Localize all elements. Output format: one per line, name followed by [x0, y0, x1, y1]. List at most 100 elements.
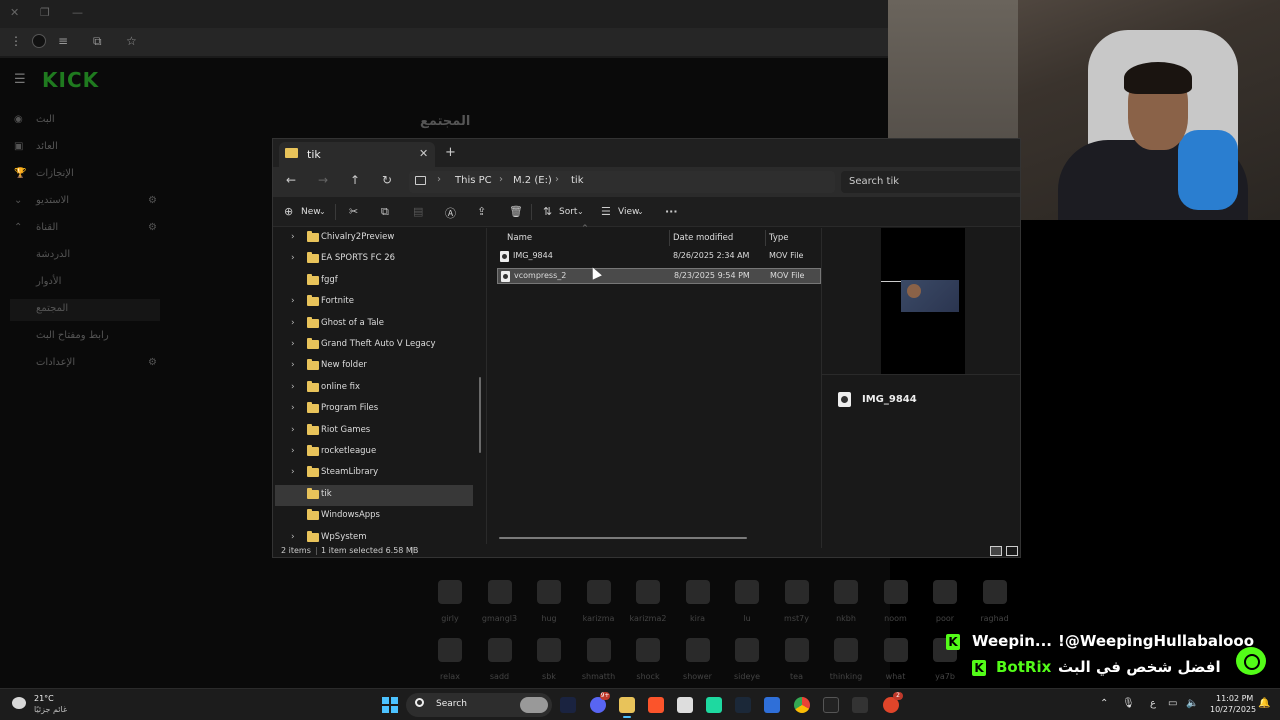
- taskbar-search[interactable]: Search: [406, 693, 552, 717]
- tree-folder-item[interactable]: › online fix: [275, 378, 473, 399]
- emote-icon[interactable]: [685, 638, 710, 662]
- forward-arrow-icon[interactable]: →: [313, 173, 333, 187]
- emote-icon[interactable]: [883, 638, 908, 662]
- app-icon[interactable]: [560, 697, 576, 713]
- chevron-right-icon[interactable]: ›: [499, 174, 503, 185]
- breadcrumb-tik[interactable]: tik: [571, 175, 584, 186]
- back-arrow-icon[interactable]: ←: [281, 173, 301, 187]
- share-icon[interactable]: ⇪: [477, 205, 486, 218]
- notification-bell-icon[interactable]: 🔔: [1258, 698, 1270, 709]
- kick-sidebar-item[interactable]: المجتمع: [10, 299, 160, 321]
- tree-folder-item[interactable]: › rocketleague: [275, 442, 473, 463]
- column-separator[interactable]: [669, 230, 670, 246]
- rename-icon[interactable]: Ⓐ: [445, 205, 456, 221]
- kick-sidebar-item[interactable]: 🏆 الإنجازات: [10, 164, 160, 186]
- emote-icon[interactable]: [883, 580, 908, 604]
- clock-date[interactable]: 10/27/2025: [1210, 705, 1256, 714]
- new-tab-icon[interactable]: +: [445, 145, 456, 160]
- tiles-view-icon[interactable]: [1006, 546, 1018, 556]
- restore-icon[interactable]: ❐: [40, 6, 50, 19]
- emote-icon[interactable]: [735, 580, 759, 604]
- windows-start-icon[interactable]: [382, 697, 398, 713]
- column-name[interactable]: Name: [507, 228, 532, 248]
- file-row[interactable]: vcompress_2 8/23/2025 9:54 PM MOV File: [497, 268, 821, 284]
- minimize-icon[interactable]: —: [72, 6, 83, 19]
- chevron-right-icon[interactable]: ›: [437, 174, 441, 185]
- microphone-icon[interactable]: 🎙: [1122, 698, 1135, 709]
- next-app-icon[interactable]: [823, 697, 839, 713]
- explorer-tab[interactable]: tik ✕: [279, 142, 435, 167]
- emote-icon[interactable]: [438, 580, 462, 604]
- kick-logo[interactable]: KICK: [42, 68, 99, 92]
- hamburger-icon[interactable]: ☰: [14, 72, 26, 87]
- column-date-modified[interactable]: Date modified: [673, 228, 733, 248]
- tree-folder-item[interactable]: › Program Files: [275, 399, 473, 420]
- chevron-down-icon[interactable]: ⌄: [637, 207, 644, 216]
- sort-icon[interactable]: ⇅: [543, 205, 552, 218]
- copy-icon[interactable]: ⧉: [381, 205, 389, 219]
- network-icon[interactable]: ▭: [1168, 698, 1177, 709]
- playlist-icon[interactable]: ≡: [58, 34, 68, 48]
- column-separator[interactable]: [765, 230, 766, 246]
- up-arrow-icon[interactable]: ↑: [345, 173, 365, 187]
- clock-time[interactable]: 11:02 PM: [1216, 694, 1253, 703]
- tree-folder-item[interactable]: › Fortnite: [275, 292, 473, 313]
- emote-icon[interactable]: [537, 580, 561, 604]
- search-input[interactable]: Search tik: [841, 171, 1020, 193]
- emote-icon[interactable]: [982, 580, 1007, 604]
- gear-icon[interactable]: ⚙: [148, 195, 157, 206]
- gear-icon[interactable]: ⚙: [148, 222, 157, 233]
- emote-icon[interactable]: [834, 580, 858, 604]
- chevron-right-icon[interactable]: ›: [291, 339, 295, 349]
- brave-icon[interactable]: [648, 697, 664, 713]
- kick-sidebar-item[interactable]: الأدوار: [10, 272, 160, 294]
- emote-icon[interactable]: [784, 638, 809, 662]
- emote-icon[interactable]: [487, 638, 512, 662]
- weather-temperature[interactable]: 21°C: [34, 694, 54, 703]
- file-row[interactable]: IMG_9844 8/26/2025 2:34 AM MOV File: [497, 249, 821, 265]
- emote-icon[interactable]: [636, 638, 660, 662]
- address-bar[interactable]: › This PC › M.2 (E:) › tik: [409, 171, 835, 193]
- tree-folder-item[interactable]: › Riot Games: [275, 421, 473, 442]
- new-plus-icon[interactable]: ⊕: [284, 205, 293, 218]
- tree-folder-item[interactable]: › SteamLibrary: [275, 463, 473, 484]
- extension-icon[interactable]: [32, 34, 46, 48]
- breadcrumb-this-pc[interactable]: This PC: [455, 175, 492, 186]
- emote-icon[interactable]: [438, 638, 462, 662]
- gear-icon[interactable]: ⚙: [148, 357, 157, 368]
- sort-button[interactable]: Sort: [559, 207, 577, 217]
- tray-chevron-up-icon[interactable]: ⌃: [1100, 698, 1108, 709]
- nav-pane-scrollbar[interactable]: [479, 377, 481, 453]
- tree-folder-item[interactable]: › New folder: [275, 356, 473, 377]
- close-tab-icon[interactable]: ✕: [419, 147, 428, 160]
- chevron-right-icon[interactable]: ›: [555, 174, 559, 185]
- chevron-right-icon[interactable]: ›: [291, 232, 295, 242]
- emote-icon[interactable]: [586, 638, 611, 662]
- chevron-down-icon[interactable]: ⌄: [577, 207, 584, 216]
- emote-icon[interactable]: [487, 580, 512, 604]
- kick-sidebar-item[interactable]: ◉ البث: [10, 110, 160, 132]
- details-view-icon[interactable]: [990, 546, 1002, 556]
- close-icon[interactable]: ✕: [10, 6, 19, 19]
- tree-folder-item[interactable]: WindowsApps: [275, 506, 473, 527]
- emote-icon[interactable]: [834, 638, 858, 662]
- horizontal-scrollbar[interactable]: [499, 537, 747, 539]
- emote-icon[interactable]: [784, 580, 809, 604]
- tree-folder-item[interactable]: tik: [275, 484, 473, 506]
- weather-cloud-icon[interactable]: [12, 697, 26, 709]
- tree-folder-item[interactable]: › Grand Theft Auto V Legacy: [275, 335, 473, 356]
- tree-folder-item[interactable]: fggf: [275, 271, 473, 292]
- chevron-right-icon[interactable]: ›: [291, 360, 295, 370]
- chevron-right-icon[interactable]: ›: [291, 425, 295, 435]
- kick-sidebar-item[interactable]: ⌄ الاستديو ⚙: [10, 191, 160, 213]
- menu-dots-icon[interactable]: ⋮: [10, 34, 22, 48]
- view-icon[interactable]: ☰: [601, 205, 611, 218]
- emote-icon[interactable]: [735, 638, 759, 662]
- tree-folder-item[interactable]: › EA SPORTS FC 26: [275, 249, 473, 270]
- teams-icon[interactable]: [706, 697, 722, 713]
- chevron-right-icon[interactable]: ›: [291, 403, 295, 413]
- chevron-right-icon[interactable]: ›: [291, 446, 295, 456]
- puzzle-icon[interactable]: ⧉: [93, 34, 102, 49]
- chevron-down-icon[interactable]: ⌄: [319, 207, 326, 216]
- file-explorer-icon[interactable]: [619, 697, 635, 718]
